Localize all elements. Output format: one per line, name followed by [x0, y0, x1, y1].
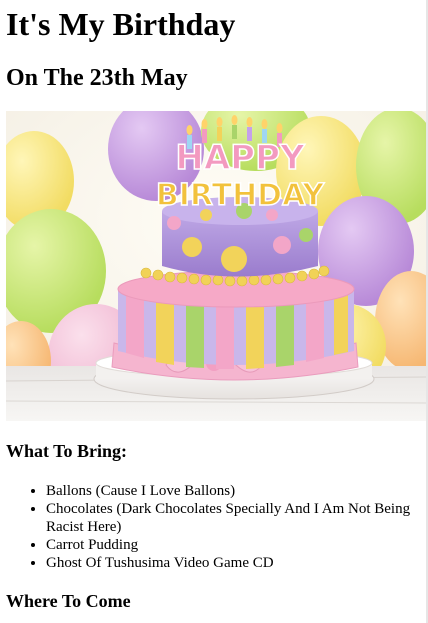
cake-topper-birthday: BIRTHDAY [156, 178, 326, 213]
page-subtitle: On The 23th May [6, 65, 188, 91]
list-item: Chocolates (Dark Chocolates Specially An… [46, 500, 416, 536]
what-to-bring-list: Ballons (Cause I Love Ballons) Chocolate… [6, 482, 416, 572]
page-title: It's My Birthday [6, 6, 236, 42]
list-item: Ghost Of Tushusima Video Game CD [46, 554, 416, 572]
page: It's My Birthday On The 23th May HAPPY B… [0, 0, 428, 623]
what-to-bring-heading: What To Bring: [6, 441, 128, 461]
birthday-cake-illustration: HAPPY BIRTHDAY [6, 111, 427, 421]
list-item: Ballons (Cause I Love Ballons) [46, 482, 416, 500]
where-to-come-heading: Where To Come [6, 591, 131, 611]
birthday-cake-image: HAPPY BIRTHDAY [6, 111, 427, 421]
cake-topper-happy: HAPPY [175, 138, 305, 178]
list-item: Carrot Pudding [46, 536, 416, 554]
